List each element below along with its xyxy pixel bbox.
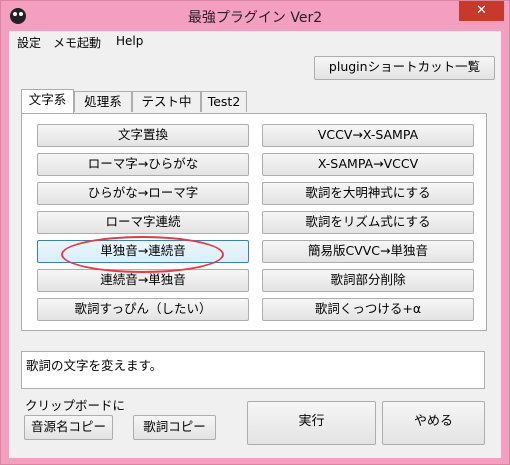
app-window: 最強プラグイン Ver2 ✕ 設定 メモ起動 Help pluginショートカッ… — [0, 0, 510, 465]
hiragana-to-romaji-button[interactable]: ひらがな→ローマ字 — [37, 182, 249, 205]
single-to-continuous-button[interactable]: 単独音→連続音 — [37, 240, 249, 263]
menu-help[interactable]: Help — [116, 34, 143, 48]
copy-lyrics-button[interactable]: 歌詞コピー — [133, 415, 216, 440]
lyrics-plain-button[interactable]: 歌詞すっぴん（したい） — [37, 298, 249, 321]
tab-panel-text: 文字置換 ローマ字→ひらがな ひらがな→ローマ字 ローマ字連続 単独音→連続音 … — [21, 113, 487, 331]
cancel-button[interactable]: やめる — [382, 401, 485, 445]
menu-settings[interactable]: 設定 — [17, 34, 41, 51]
lyrics-partial-delete-button[interactable]: 歌詞部分削除 — [262, 269, 474, 292]
romaji-to-hiragana-button[interactable]: ローマ字→ひらがな — [37, 153, 249, 176]
vccv-to-xsampa-button[interactable]: VCCV→X-SAMPA — [262, 124, 474, 147]
xsampa-to-vccv-button[interactable]: X-SAMPA→VCCV — [262, 153, 474, 176]
title-bar[interactable]: 最強プラグイン Ver2 ✕ — [1, 1, 509, 31]
tab-test2[interactable]: Test2 — [201, 91, 247, 112]
lyrics-rhythm-button[interactable]: 歌詞をリズム式にする — [262, 211, 474, 234]
romaji-continuous-button[interactable]: ローマ字連続 — [37, 211, 249, 234]
continuous-to-single-button[interactable]: 連続音→単独音 — [37, 269, 249, 292]
copy-source-name-button[interactable]: 音源名コピー — [24, 415, 113, 440]
cvvc-to-single-button[interactable]: 簡易版CVVC→単独音 — [262, 240, 474, 263]
menu-memo[interactable]: メモ起動 — [53, 34, 101, 51]
tab-testing[interactable]: テスト中 — [132, 91, 201, 112]
window-title: 最強プラグイン Ver2 — [187, 10, 323, 26]
plugin-shortcut-list-button[interactable]: pluginショートカット一覧 — [314, 56, 495, 80]
lyrics-join-button[interactable]: 歌詞くっつける+α — [262, 298, 474, 321]
close-button[interactable]: ✕ — [459, 1, 504, 21]
lyrics-daimyojin-button[interactable]: 歌詞を大明神式にする — [262, 182, 474, 205]
run-button[interactable]: 実行 — [247, 401, 376, 445]
client-area: 設定 メモ起動 Help pluginショートカット一覧 文字系 処理系 テスト… — [9, 31, 501, 458]
tab-text[interactable]: 文字系 — [21, 89, 74, 113]
tab-processing[interactable]: 処理系 — [74, 91, 132, 112]
text-replace-button[interactable]: 文字置換 — [37, 124, 249, 147]
clipboard-label: クリップボードに — [25, 398, 126, 413]
menu-bar: 設定 メモ起動 Help — [9, 31, 501, 51]
description-box: 歌詞の文字を変えます。 — [21, 351, 485, 389]
